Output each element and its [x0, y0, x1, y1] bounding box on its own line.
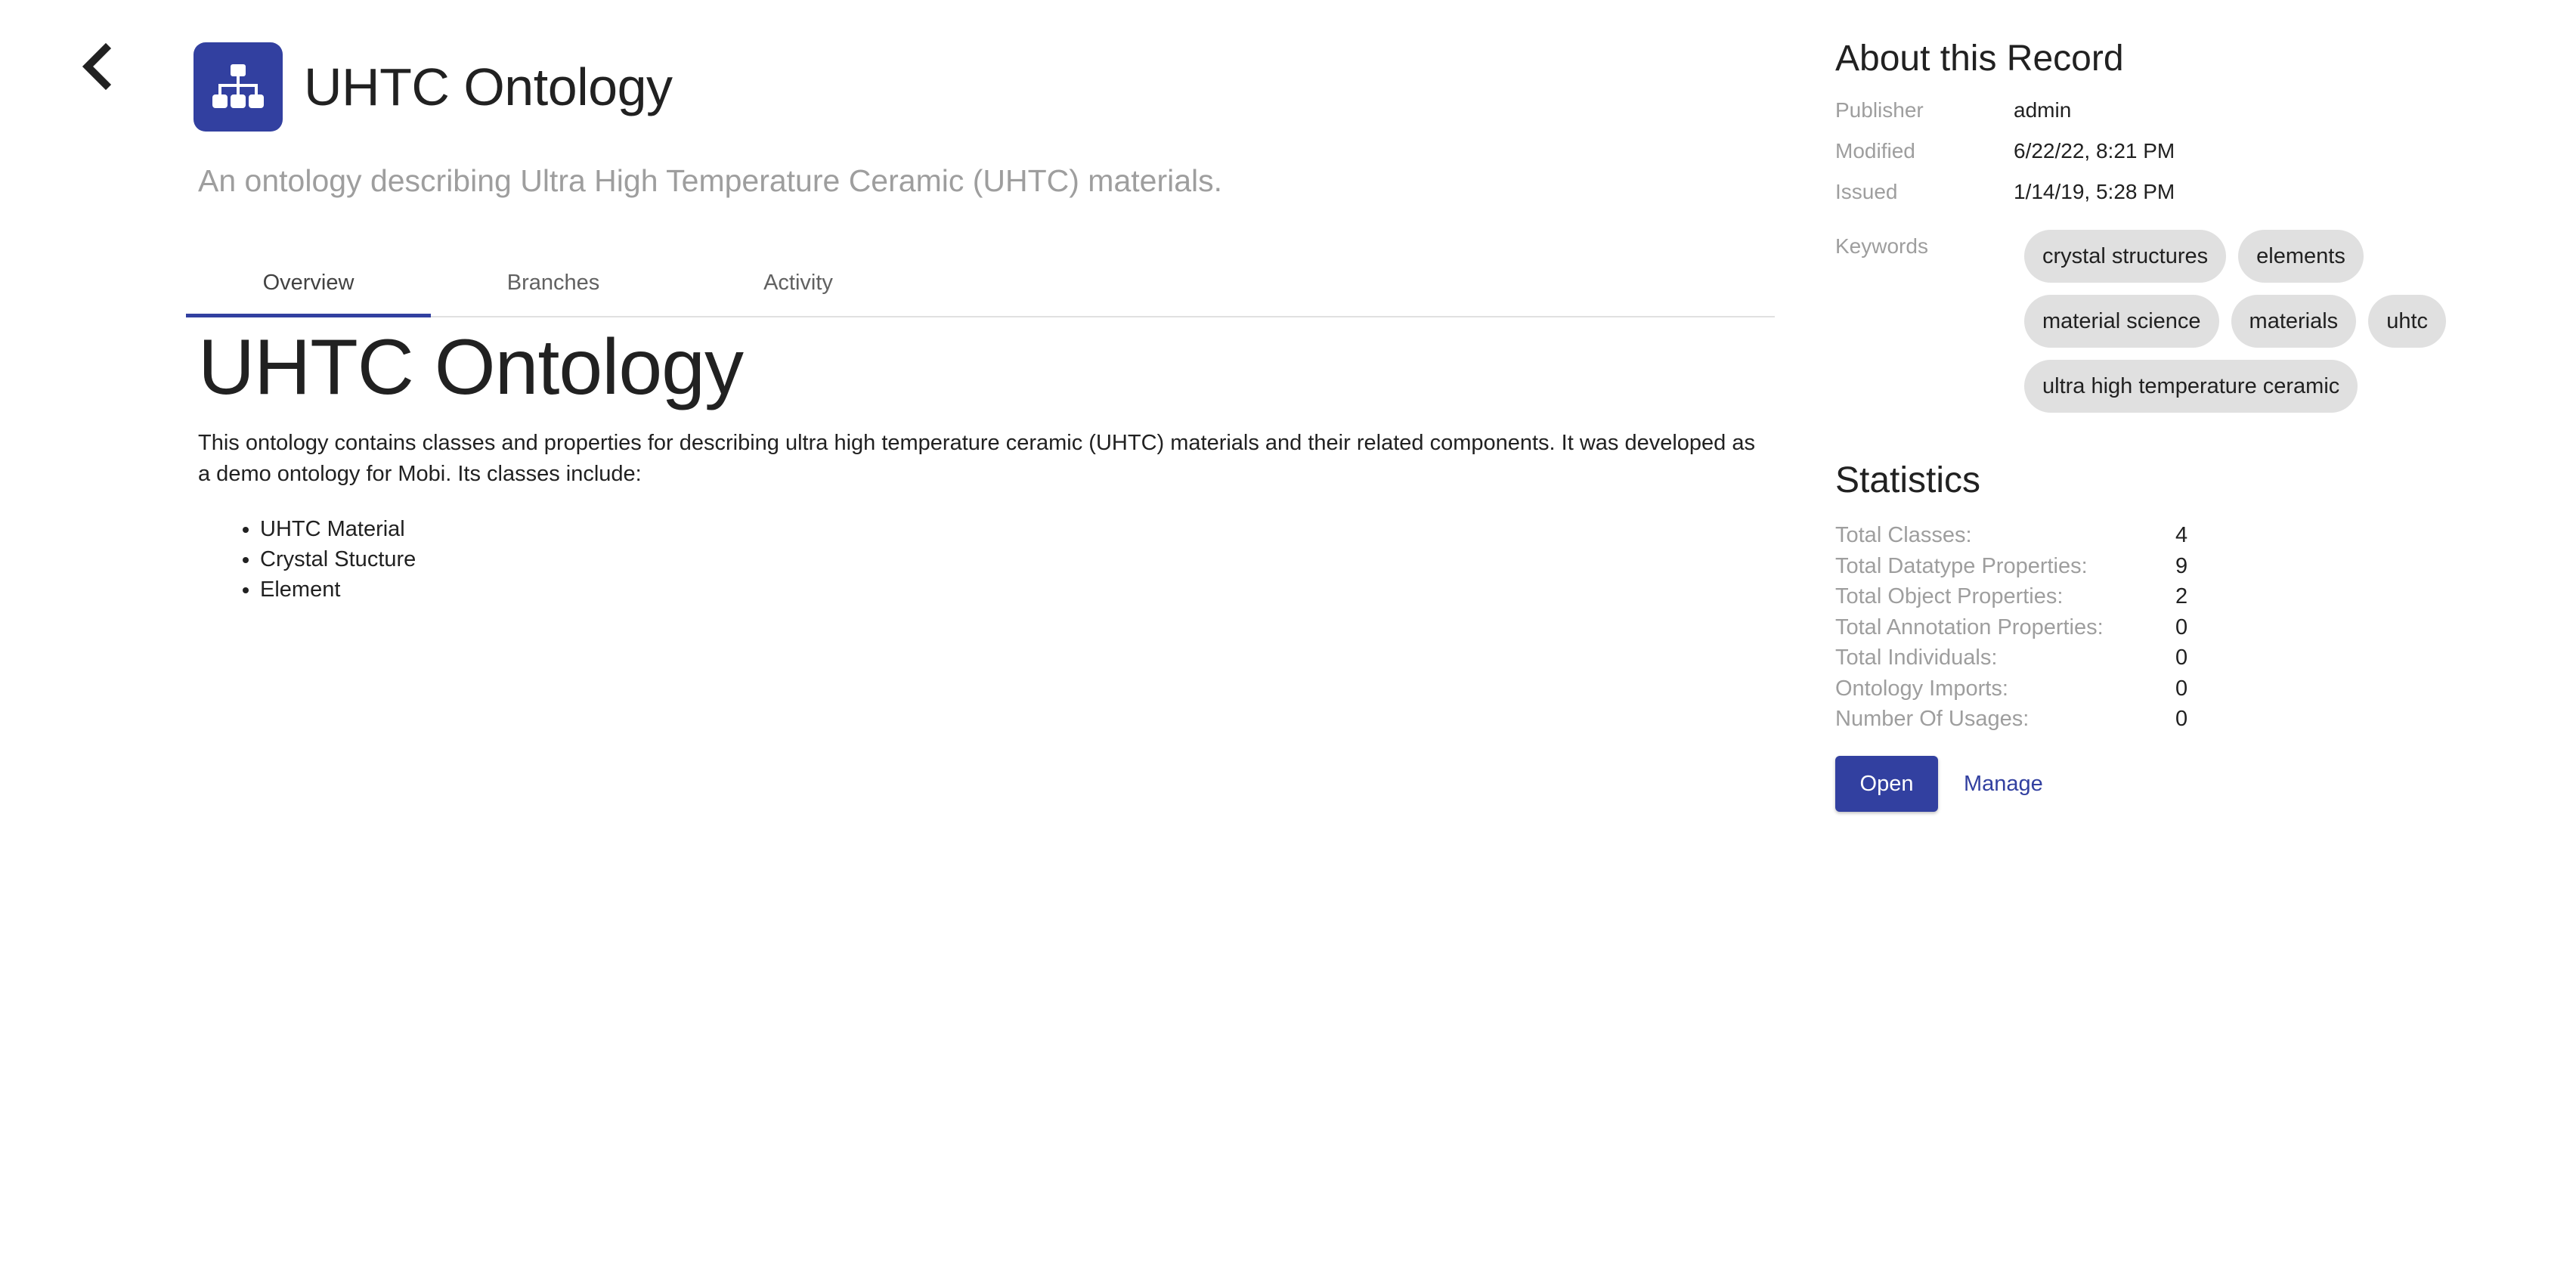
overview-paragraph: This ontology contains classes and prope…	[198, 431, 1755, 486]
keyword-chip[interactable]: uhtc	[2368, 295, 2447, 348]
keywords-list: crystal structures elements material sci…	[2024, 230, 2553, 413]
stat-value: 0	[2175, 615, 2188, 639]
keyword-chip[interactable]: material science	[2024, 295, 2219, 348]
publisher-row: Publisher admin	[1835, 98, 2071, 122]
tab-bar: Overview Branches Activity	[186, 249, 1775, 317]
record-actions: Open Manage	[1835, 756, 2043, 812]
stat-label: Total Classes:	[1835, 523, 1972, 547]
manage-link[interactable]: Manage	[1964, 772, 2043, 797]
keyword-chip[interactable]: materials	[2231, 295, 2357, 348]
stat-row: Total Object Properties: 2	[1835, 581, 2187, 612]
stat-row: Total Individuals: 0	[1835, 642, 2187, 673]
stat-label: Total Individuals:	[1835, 646, 1998, 670]
stat-label: Total Annotation Properties:	[1835, 615, 2104, 639]
statistics-heading: Statistics	[1835, 460, 1981, 500]
statistics-table: Total Classes: 4 Total Datatype Properti…	[1835, 520, 2187, 735]
back-button[interactable]	[73, 39, 121, 94]
stat-value: 0	[2175, 646, 2188, 670]
keywords-label: Keywords	[1835, 234, 1928, 258]
modified-value: 6/22/22, 8:21 PM	[2014, 139, 2175, 163]
list-item: UHTC Material	[260, 514, 1770, 544]
overview-content: UHTC Ontology This ontology contains cla…	[198, 320, 1770, 605]
stat-value: 0	[2175, 707, 2188, 731]
keyword-chip[interactable]: elements	[2238, 230, 2364, 283]
open-button[interactable]: Open	[1835, 756, 1938, 812]
stat-value: 2	[2175, 584, 2188, 608]
overview-heading: UHTC Ontology	[198, 324, 744, 411]
list-item: Crystal Stucture	[260, 544, 1770, 574]
stat-label: Total Object Properties:	[1835, 584, 2064, 608]
record-view: UHTC Ontology An ontology describing Ult…	[0, 0, 2576, 1288]
publisher-label: Publisher	[1835, 98, 1924, 122]
tab-branches[interactable]: Branches	[431, 249, 676, 316]
stat-row: Total Annotation Properties: 0	[1835, 612, 2187, 643]
issued-value: 1/14/19, 5:28 PM	[2014, 180, 2175, 203]
stat-label: Total Datatype Properties:	[1835, 553, 2088, 578]
keyword-chip[interactable]: crystal structures	[2024, 230, 2227, 283]
class-list: UHTC Material Crystal Stucture Element	[260, 514, 1770, 605]
stat-label: Ontology Imports:	[1835, 676, 2008, 701]
stat-value: 4	[2175, 523, 2188, 547]
record-header: UHTC Ontology	[194, 42, 673, 132]
chevron-left-icon	[82, 42, 112, 91]
stat-label: Number Of Usages:	[1835, 707, 2030, 731]
tab-overview[interactable]: Overview	[186, 249, 431, 317]
keyword-chip[interactable]: ultra high temperature ceramic	[2024, 360, 2358, 413]
about-heading: About this Record	[1835, 39, 2124, 79]
modified-row: Modified 6/22/22, 8:21 PM	[1835, 139, 2175, 163]
stat-row: Total Classes: 4	[1835, 520, 2187, 551]
stat-row: Ontology Imports: 0	[1835, 673, 2187, 704]
list-item: Element	[260, 574, 1770, 605]
stat-value: 9	[2175, 553, 2188, 578]
record-description: An ontology describing Ultra High Temper…	[198, 163, 1223, 198]
stat-value: 0	[2175, 676, 2188, 701]
stat-row: Total Datatype Properties: 9	[1835, 551, 2187, 582]
record-title: UHTC Ontology	[304, 57, 673, 116]
tab-activity[interactable]: Activity	[676, 249, 921, 316]
issued-row: Issued 1/14/19, 5:28 PM	[1835, 180, 2175, 204]
issued-label: Issued	[1835, 180, 1898, 203]
publisher-value: admin	[2014, 98, 2072, 122]
sitemap-icon	[194, 42, 283, 132]
modified-label: Modified	[1835, 139, 1915, 163]
stat-row: Number Of Usages: 0	[1835, 704, 2187, 735]
